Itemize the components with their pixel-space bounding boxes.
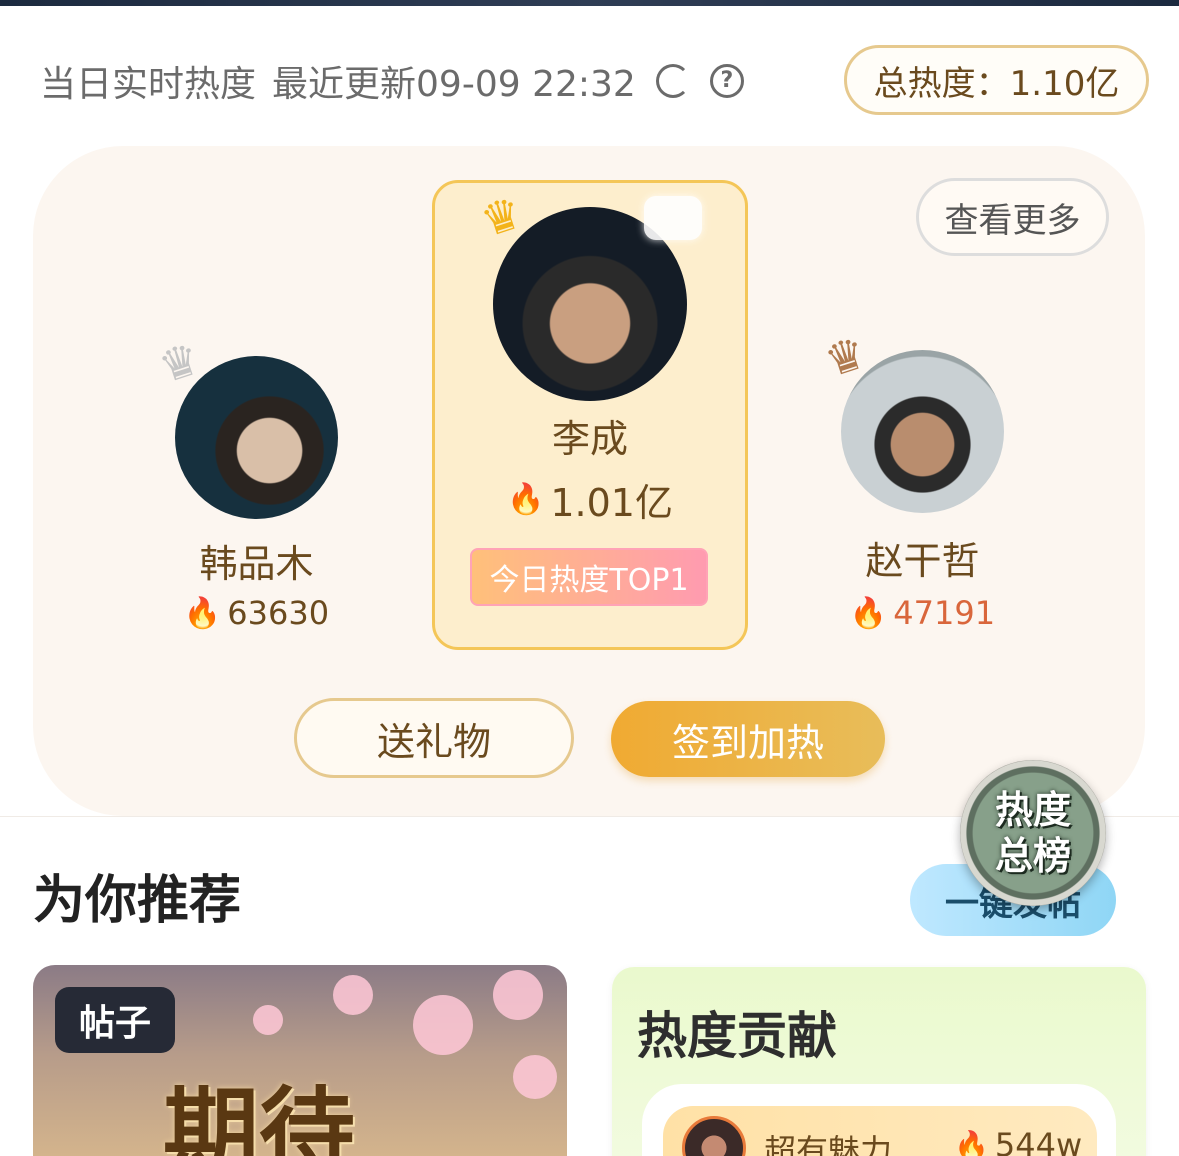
last-updated-text: 最近更新09-09 22:32 [272, 64, 636, 105]
top1-heat: 🔥 1.01亿 [432, 472, 748, 527]
top1-heat-value: 1.01亿 [550, 481, 673, 525]
flame-icon: 🔥 [183, 595, 222, 631]
flame-icon: 🔥 [849, 595, 888, 631]
top3-heat: 🔥 47191 [805, 594, 1040, 632]
top1-badge: 今日热度TOP1 [470, 548, 708, 606]
flame-icon: 🔥 [507, 482, 545, 517]
float-badge-line2: 总榜 [994, 834, 1071, 878]
top3-heat-value: 47191 [893, 594, 996, 632]
daily-heat-label: 当日实时热度 [40, 64, 257, 105]
blossom-decoration [253, 1005, 283, 1035]
float-badge-line1: 热度 [994, 788, 1071, 832]
contribution-title: 热度贡献 [637, 1007, 837, 1065]
top2-name: 韩品木 [199, 542, 314, 586]
check-in-boost-button[interactable]: 签到加热 [611, 701, 885, 777]
top2-heat-value: 63630 [227, 594, 330, 632]
speech-bubble-icon [644, 196, 702, 240]
top2-heat: 🔥 63630 [140, 594, 373, 632]
heat-leaderboard-float-button[interactable]: 热度 总榜 [960, 760, 1106, 906]
status-row: 当日实时热度 最近更新09-09 22:32 ? [40, 56, 744, 106]
top3-name: 赵干哲 [865, 539, 980, 583]
recommend-title: 为你推荐 [33, 871, 242, 931]
contributor-heat-value: 544w [994, 1126, 1083, 1156]
blossom-decoration [493, 970, 543, 1020]
view-more-button[interactable]: 查看更多 [916, 178, 1109, 256]
contributor-name: 超有魅力 [764, 1132, 893, 1156]
help-icon[interactable]: ? [709, 64, 744, 98]
blossom-decoration [413, 995, 473, 1055]
blossom-decoration [513, 1055, 557, 1099]
contributor-heat: 🔥 544w [954, 1126, 1082, 1156]
post-type-tag: 帖子 [55, 987, 175, 1053]
send-gift-button[interactable]: 送礼物 [294, 698, 574, 778]
blossom-decoration [333, 975, 373, 1015]
refresh-icon[interactable] [655, 64, 690, 98]
top-banner-strip [0, 0, 1179, 6]
post-art-text: 期待 [163, 1076, 355, 1156]
total-heat-badge[interactable]: 总热度：1.10亿 [844, 45, 1149, 115]
top1-name: 李成 [551, 417, 628, 461]
post-card[interactable]: 帖子 期待 [33, 965, 567, 1156]
flame-icon: 🔥 [954, 1128, 989, 1156]
